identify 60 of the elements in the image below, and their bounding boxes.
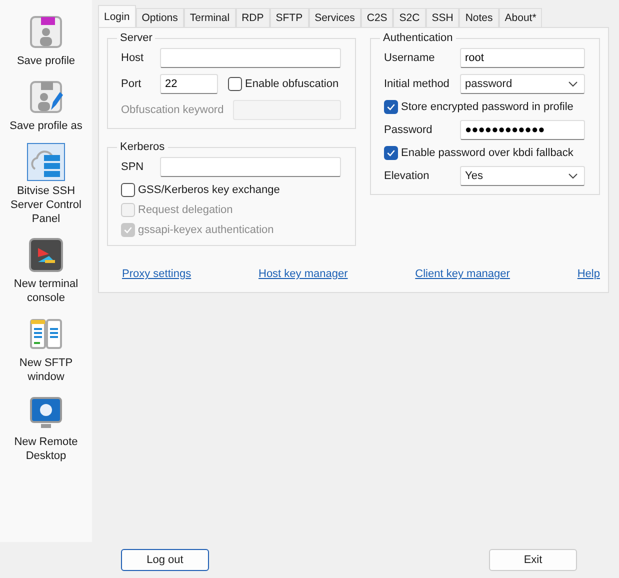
tab[interactable]: SSH [426, 8, 460, 27]
checkmark-icon [386, 148, 396, 158]
field-label: Initial method [384, 78, 450, 90]
tab[interactable]: SFTP [270, 8, 309, 27]
port-field[interactable]: 22 [160, 74, 218, 94]
link[interactable]: Client key manager [415, 268, 510, 280]
text-field[interactable]: ●●●●●●●●●●●● [460, 120, 585, 140]
tab[interactable]: S2C [393, 8, 426, 27]
checkbox-label: Store encrypted password in profile [401, 101, 574, 113]
tab[interactable]: Services [308, 8, 361, 27]
group-title: Server [119, 32, 154, 44]
floppy-pencil-icon [27, 78, 65, 116]
sidebar-item[interactable]: New Remote Desktop [2, 393, 90, 464]
floppy-user-icon [27, 13, 65, 51]
spn-field[interactable] [160, 157, 341, 177]
sidebar-item[interactable]: Save profile as [2, 77, 90, 134]
field-label: Obfuscation keyword [121, 104, 225, 116]
field-label: SPN [121, 161, 145, 173]
dialog-button[interactable]: Log out [121, 549, 209, 571]
link[interactable]: Host key manager [258, 268, 348, 280]
host-field[interactable] [160, 48, 341, 68]
tab[interactable]: Options [136, 8, 184, 27]
checkbox[interactable] [384, 146, 398, 160]
sidebar-item[interactable]: Save profile [2, 12, 90, 69]
sidebar-item[interactable]: New SFTP window [2, 314, 90, 385]
field-label: Elevation [384, 170, 430, 182]
field-label: Port [121, 78, 142, 90]
sidebar-item[interactable]: Bitvise SSH Server Control Panel [2, 142, 90, 227]
group-title: Kerberos [119, 141, 166, 153]
checkbox[interactable] [228, 77, 242, 91]
field-label: Username [384, 52, 436, 64]
checkbox[interactable] [384, 100, 398, 114]
group-title: Authentication [382, 32, 454, 44]
checkmark-icon [123, 225, 133, 235]
link[interactable]: Proxy settings [122, 268, 192, 280]
tab[interactable]: About* [498, 8, 542, 27]
checkbox-label: Request delegation [138, 204, 233, 216]
checkbox-label: GSS/Kerberos key exchange [138, 184, 280, 196]
text-field[interactable]: root [460, 48, 585, 68]
sidebar-item[interactable]: New terminal console [2, 235, 90, 306]
checkbox-label: Enable obfuscation [245, 78, 339, 90]
field-label: Password [384, 124, 434, 136]
tab[interactable]: Login [98, 5, 136, 27]
chevron-down-icon [568, 81, 578, 87]
tab[interactable]: Terminal [184, 8, 236, 27]
tab[interactable]: Notes [459, 8, 499, 27]
checkbox-label: Enable password over kbdi fallback [401, 147, 574, 159]
checkmark-icon [386, 102, 396, 112]
tab[interactable]: RDP [236, 8, 270, 27]
dialog-button[interactable]: Exit [489, 549, 577, 571]
checkbox[interactable] [121, 183, 135, 197]
chevron-down-icon [568, 173, 578, 179]
terminal-icon [27, 236, 65, 274]
dropdown[interactable]: password [460, 74, 585, 94]
tab[interactable]: C2S [360, 8, 394, 27]
field-label: Host [121, 52, 145, 64]
checkbox-label: gssapi-keyex authentication [138, 224, 274, 236]
link[interactable]: Help [577, 268, 600, 280]
cloud-server-icon [27, 143, 65, 181]
dropdown[interactable]: Yes [460, 166, 585, 186]
